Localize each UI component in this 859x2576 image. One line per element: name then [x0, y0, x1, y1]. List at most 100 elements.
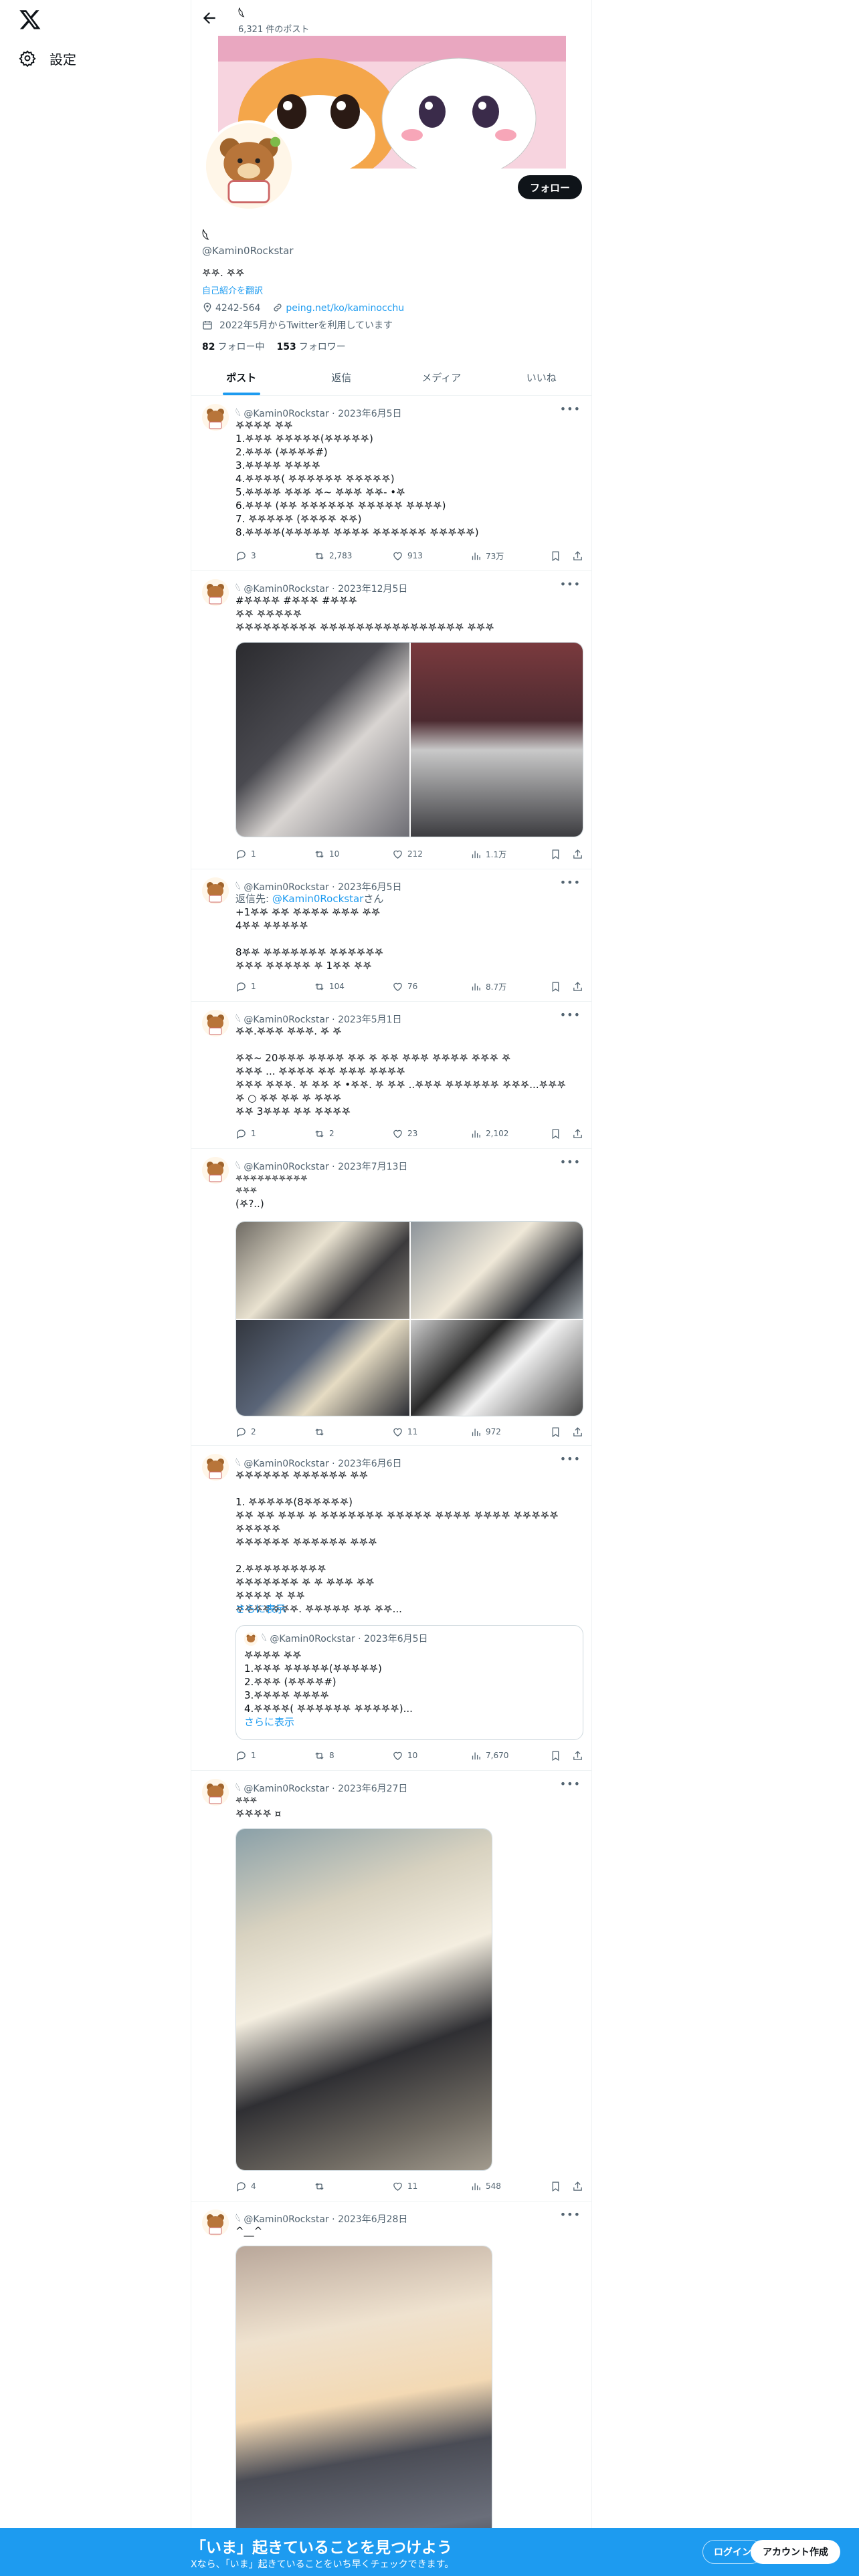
- more-options-icon[interactable]: •••: [560, 876, 581, 889]
- website-link[interactable]: peing.net/ko/kaminocchu: [286, 303, 404, 314]
- followers-link[interactable]: 153 フォロワー: [276, 340, 345, 353]
- tab-replies[interactable]: 返信: [292, 360, 392, 395]
- tab-posts[interactable]: ポスト: [191, 360, 292, 395]
- back-arrow-icon[interactable]: [201, 9, 218, 27]
- repost-button[interactable]: 2: [314, 1128, 392, 1140]
- views-button[interactable]: 1.1万: [470, 849, 550, 860]
- reply-button[interactable]: 4: [235, 2181, 314, 2192]
- follow-button[interactable]: フォロー: [517, 175, 582, 199]
- share-icon[interactable]: [572, 1750, 583, 1761]
- more-options-icon[interactable]: •••: [560, 2208, 581, 2221]
- create-account-button[interactable]: アカウント作成: [751, 2540, 840, 2564]
- repost-button[interactable]: [314, 1426, 392, 1438]
- post-media[interactable]: [235, 1221, 583, 1416]
- tab-media[interactable]: メディア: [391, 360, 492, 395]
- bookmark-icon[interactable]: [550, 1128, 561, 1140]
- more-options-icon[interactable]: •••: [560, 1008, 581, 1021]
- bookmark-icon[interactable]: [550, 1750, 561, 1761]
- post-header[interactable]: 𓆩 @Kamin0Rockstar · 2023年6月28日: [235, 2210, 407, 2226]
- profile-avatar[interactable]: [203, 120, 294, 211]
- share-icon[interactable]: [572, 849, 583, 860]
- post[interactable]: 𓆩 @Kamin0Rockstar · 2023年6月5日 ••• 𖤐𖤐𖤐𖤐 𖤐…: [191, 396, 591, 571]
- post-avatar[interactable]: [202, 579, 229, 606]
- tab-likes[interactable]: いいね: [492, 360, 592, 395]
- bookmark-icon[interactable]: [550, 1426, 561, 1438]
- reply-button[interactable]: 3: [235, 550, 314, 562]
- post[interactable]: 𓆩 @Kamin0Rockstar · 2023年6月27日 ••• 𖤐𖤐𖤐 𖤐…: [191, 1771, 591, 2202]
- settings-link[interactable]: 設定: [19, 48, 76, 68]
- views-button[interactable]: 2,102: [470, 1128, 550, 1140]
- bookmark-icon[interactable]: [550, 849, 561, 860]
- photo-4[interactable]: [411, 1320, 583, 1416]
- like-button[interactable]: 11: [392, 2181, 470, 2192]
- more-options-icon[interactable]: •••: [560, 403, 581, 415]
- bookmark-icon[interactable]: [550, 550, 561, 562]
- reply-button[interactable]: 1: [235, 1128, 314, 1140]
- views-button[interactable]: 972: [470, 1426, 550, 1438]
- post-avatar[interactable]: [202, 1157, 229, 1184]
- repost-button[interactable]: [314, 2181, 392, 2192]
- repost-button[interactable]: 10: [314, 849, 392, 860]
- post[interactable]: 𓆩 @Kamin0Rockstar · 2023年12月5日 ••• #𖤐𖤐𖤐𖤐…: [191, 571, 591, 869]
- reply-button[interactable]: 1: [235, 849, 314, 860]
- repost-button[interactable]: 8: [314, 1750, 392, 1761]
- reply-button[interactable]: 1: [235, 981, 314, 992]
- quoted-post[interactable]: 𓆩 @Kamin0Rockstar · 2023年6月5日 𖤐𖤐𖤐𖤐 𖤐𖤐 1.…: [235, 1625, 583, 1740]
- post-media[interactable]: [235, 1828, 492, 2171]
- post-header[interactable]: 𓆩 @Kamin0Rockstar · 2023年6月6日: [235, 1454, 402, 1470]
- more-options-icon[interactable]: •••: [560, 1156, 581, 1168]
- reply-to-mention[interactable]: @Kamin0Rockstar: [272, 893, 364, 905]
- website[interactable]: peing.net/ko/kaminocchu: [272, 302, 404, 314]
- post-media[interactable]: [235, 642, 583, 837]
- post-header[interactable]: 𓆩 @Kamin0Rockstar · 2023年12月5日: [235, 579, 407, 595]
- views-button[interactable]: 7,670: [470, 1750, 550, 1761]
- post[interactable]: 𓆩 @Kamin0Rockstar · 2023年6月28日 ••• ^__^: [191, 2202, 591, 2576]
- bookmark-icon[interactable]: [550, 2181, 561, 2192]
- views-button[interactable]: 548: [470, 2181, 550, 2192]
- post-media[interactable]: [235, 2246, 492, 2576]
- more-options-icon[interactable]: •••: [560, 578, 581, 591]
- like-button[interactable]: 76: [392, 981, 470, 992]
- views-button[interactable]: 73万: [470, 550, 550, 562]
- quote-show-more-link[interactable]: さらに表示: [244, 1715, 575, 1729]
- post-avatar[interactable]: [202, 877, 229, 904]
- more-options-icon[interactable]: •••: [560, 1778, 581, 1790]
- photo-1[interactable]: [236, 1829, 492, 2170]
- post[interactable]: 𓆩 @Kamin0Rockstar · 2023年6月5日 ••• 返信先: @…: [191, 869, 591, 1002]
- like-button[interactable]: 10: [392, 1750, 470, 1761]
- reply-button[interactable]: 2: [235, 1426, 314, 1438]
- post-header[interactable]: 𓆩 @Kamin0Rockstar · 2023年5月1日: [235, 1010, 402, 1026]
- photo-1[interactable]: [236, 643, 409, 837]
- post-avatar[interactable]: [202, 1454, 229, 1481]
- post-header[interactable]: 𓆩 @Kamin0Rockstar · 2023年6月5日: [235, 404, 402, 420]
- photo-1[interactable]: [236, 1222, 409, 1319]
- like-button[interactable]: 212: [392, 849, 470, 860]
- like-button[interactable]: 11: [392, 1426, 470, 1438]
- share-icon[interactable]: [572, 1426, 583, 1438]
- repost-button[interactable]: 104: [314, 981, 392, 992]
- photo-2[interactable]: [411, 1222, 583, 1319]
- post-avatar[interactable]: [202, 404, 229, 431]
- post-header[interactable]: 𓆩 @Kamin0Rockstar · 2023年7月13日: [235, 1157, 407, 1173]
- post[interactable]: 𓆩 @Kamin0Rockstar · 2023年7月13日 ••• 𖤐𖤐𖤐𖤐𖤐…: [191, 1149, 591, 1446]
- like-button[interactable]: 23: [392, 1128, 470, 1140]
- photo-2[interactable]: [411, 643, 583, 837]
- post-avatar[interactable]: [202, 1779, 229, 1806]
- post-avatar[interactable]: [202, 1010, 229, 1037]
- post-hashtags[interactable]: #𖤐𖤐𖤐𖤐 #𖤐𖤐𖤐 #𖤐𖤐𖤐: [235, 594, 583, 607]
- following-link[interactable]: 82 フォロー中: [202, 340, 264, 353]
- translate-bio-link[interactable]: 自己紹介を翻訳: [202, 284, 263, 296]
- post-header[interactable]: 𓆩 @Kamin0Rockstar · 2023年6月27日: [235, 1779, 407, 1795]
- share-icon[interactable]: [572, 550, 583, 562]
- bookmark-icon[interactable]: [550, 981, 561, 992]
- post-avatar[interactable]: [202, 2210, 229, 2236]
- share-icon[interactable]: [572, 1128, 583, 1140]
- show-more-link[interactable]: さらに表示: [235, 1602, 583, 1616]
- share-icon[interactable]: [572, 2181, 583, 2192]
- repost-button[interactable]: 2,783: [314, 550, 392, 562]
- x-logo-icon[interactable]: [19, 8, 41, 31]
- post[interactable]: 𓆩 @Kamin0Rockstar · 2023年6月6日 ••• 𖤐𖤐𖤐𖤐𖤐𖤐…: [191, 1446, 591, 1771]
- post[interactable]: 𓆩 @Kamin0Rockstar · 2023年5月1日 ••• 𖤐𖤐.𖤐𖤐𖤐…: [191, 1002, 591, 1149]
- views-button[interactable]: 8.7万: [470, 981, 550, 992]
- like-button[interactable]: 913: [392, 550, 470, 562]
